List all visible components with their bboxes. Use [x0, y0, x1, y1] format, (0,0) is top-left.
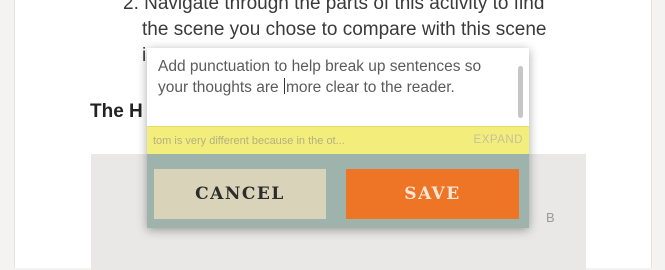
comment-textarea[interactable]: Add punctuation to help break up sentenc…: [147, 48, 529, 126]
save-button[interactable]: SAVE: [346, 169, 519, 219]
section-heading: The H: [90, 101, 143, 122]
response-preview-strip: tom is very different because in the ot.…: [147, 126, 529, 155]
cancel-button[interactable]: CANCEL: [154, 169, 326, 219]
instruction-line-2: the scene you chose to compare with this…: [142, 19, 547, 40]
textarea-scrollbar[interactable]: [518, 66, 523, 118]
response-preview-text: tom is very different because in the ot.…: [153, 135, 345, 147]
button-bar: CANCEL SAVE: [147, 154, 529, 228]
background-label: B: [546, 210, 555, 225]
comment-popup: Add punctuation to help break up sentenc…: [147, 48, 529, 228]
instruction-line-1: 2. Navigate through the parts of this ac…: [123, 0, 545, 14]
text-cursor: [283, 78, 285, 94]
comment-text[interactable]: Add punctuation to help break up sentenc…: [158, 56, 510, 98]
expand-button[interactable]: EXPAND: [474, 134, 523, 146]
comment-text-after-cursor: more clear to the reader.: [285, 79, 455, 96]
